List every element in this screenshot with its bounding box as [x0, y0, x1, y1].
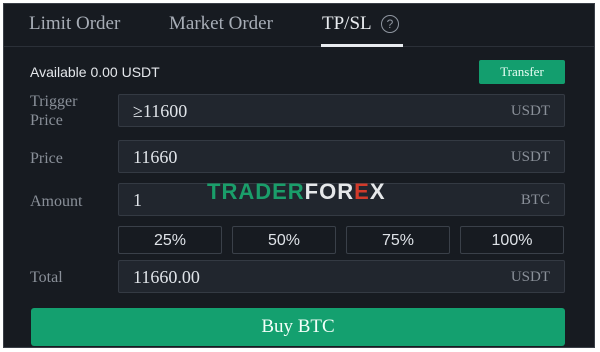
active-tab-indicator: [321, 44, 403, 47]
price-unit: USDT: [510, 149, 550, 165]
price-value: 11660: [133, 147, 178, 167]
trigger-price-field[interactable]: ≥11600 USDT: [118, 94, 565, 127]
total-value: 11660.00: [133, 267, 200, 287]
price-field[interactable]: 11660 USDT: [118, 140, 565, 173]
percent-75-button[interactable]: 75%: [346, 226, 450, 254]
amount-label: Amount: [30, 193, 83, 210]
help-circle-icon[interactable]: ?: [381, 15, 399, 33]
total-label: Total: [30, 269, 63, 286]
percent-50-button[interactable]: 50%: [232, 226, 336, 254]
trigger-price-value: ≥11600: [133, 101, 188, 121]
trigger-price-unit: USDT: [510, 103, 550, 119]
price-label: Price: [30, 150, 63, 167]
trigger-price-label-line2: Price: [30, 112, 63, 129]
amount-unit: BTC: [520, 192, 550, 208]
order-type-tabs: Limit Order Market Order TP/SL ?: [4, 4, 594, 47]
tab-market-order[interactable]: Market Order: [169, 13, 273, 35]
total-field[interactable]: 11660.00 USDT: [118, 260, 565, 293]
order-panel: Limit Order Market Order TP/SL ? Availab…: [3, 3, 595, 348]
percent-25-button[interactable]: 25%: [118, 226, 222, 254]
buy-button[interactable]: Buy BTC: [31, 308, 565, 346]
percent-100-button[interactable]: 100%: [460, 226, 564, 254]
amount-value: 1: [133, 190, 142, 210]
trigger-price-label-line1: Trigger: [30, 93, 78, 110]
watermark-logo: TRADERFOREX: [207, 179, 386, 204]
available-balance: Available 0.00 USDT: [30, 64, 160, 80]
trigger-price-label: Trigger Price: [30, 92, 77, 130]
tab-limit-order[interactable]: Limit Order: [29, 13, 120, 35]
transfer-button[interactable]: Transfer: [479, 60, 565, 84]
tab-tp-sl[interactable]: TP/SL: [322, 13, 372, 35]
total-unit: USDT: [510, 269, 550, 285]
